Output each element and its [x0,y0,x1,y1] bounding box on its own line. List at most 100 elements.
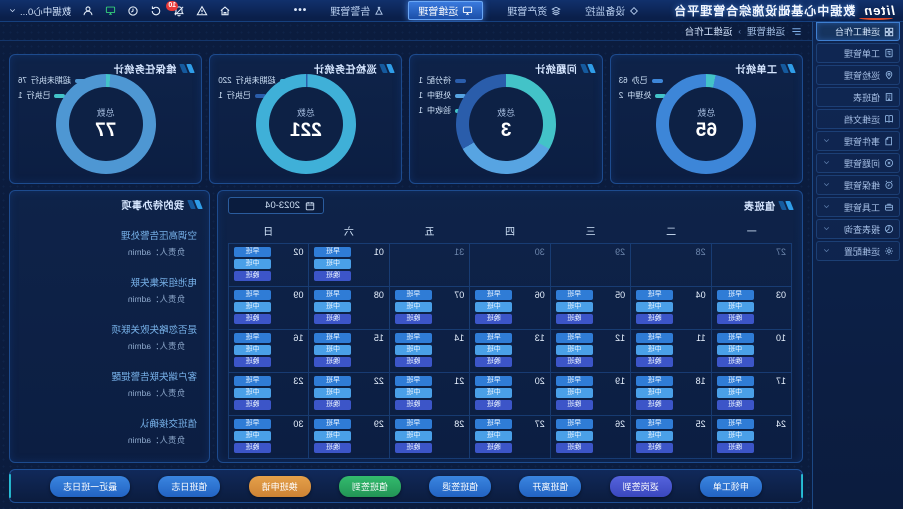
nav-tab-2[interactable]: 运维管理 [408,1,483,20]
shift-tag[interactable]: 中班 [475,431,512,441]
calendar-cell[interactable]: 04 早班中班晚班 [630,287,710,330]
shift-tag[interactable]: 早班 [475,290,512,300]
todo-item-title[interactable]: 值班交接确认 [22,416,197,430]
shift-tag[interactable]: 晚班 [717,443,754,453]
calendar-cell[interactable]: 30 早班中班晚班 [228,416,308,459]
calendar-cell[interactable]: 22 早班中班晚班 [308,373,388,416]
shift-tag[interactable]: 中班 [556,302,593,312]
sidebar-item-0[interactable]: 运维工作台 [816,22,900,41]
shift-tag[interactable]: 晚班 [556,400,593,410]
calendar-cell[interactable]: 16 早班中班晚班 [228,330,308,373]
shift-tag[interactable]: 中班 [314,345,351,355]
shift-tag[interactable]: 早班 [234,333,271,343]
calendar-cell[interactable]: 25 早班中班晚班 [630,416,710,459]
shift-tag[interactable]: 早班 [314,376,351,386]
shift-tag[interactable]: 早班 [556,290,593,300]
action-button-2[interactable]: 值班离开 [519,476,581,497]
month-picker[interactable]: 2023-04 [228,197,324,214]
shift-tag[interactable]: 中班 [636,431,673,441]
shift-tag[interactable]: 早班 [636,333,673,343]
sidebar-item-3[interactable]: 值班表 [816,87,900,107]
calendar-cell[interactable]: 05 早班中班晚班 [550,287,630,330]
shift-tag[interactable]: 中班 [636,345,673,355]
shift-tag[interactable]: 早班 [234,290,271,300]
action-button-5[interactable]: 换班申请 [249,476,311,497]
calendar-cell[interactable]: 17 早班中班晚班 [711,373,791,416]
nav-more-button[interactable]: ••• [293,5,307,16]
calendar-cell[interactable]: 30 [469,244,549,287]
calendar-cell[interactable]: 19 早班中班晚班 [550,373,630,416]
shift-tag[interactable]: 晚班 [475,443,512,453]
shift-tag[interactable]: 中班 [234,431,271,441]
site-selector[interactable]: 数据中心0... [8,4,71,18]
shift-tag[interactable]: 中班 [717,345,754,355]
shift-tag[interactable]: 晚班 [475,357,512,367]
shift-tag[interactable]: 中班 [556,345,593,355]
todo-item-title[interactable]: 客户端失联告警提醒 [22,369,197,383]
shift-tag[interactable]: 晚班 [395,314,432,324]
shift-tag[interactable]: 早班 [234,247,271,257]
calendar-cell[interactable]: 21 早班中班晚班 [389,373,469,416]
shift-tag[interactable]: 早班 [234,376,271,386]
shift-tag[interactable]: 晚班 [395,400,432,410]
calendar-cell[interactable]: 06 早班中班晚班 [469,287,549,330]
shift-tag[interactable]: 中班 [475,388,512,398]
shift-tag[interactable]: 中班 [636,388,673,398]
calendar-cell[interactable]: 24 早班中班晚班 [711,416,791,459]
calendar-cell[interactable]: 12 早班中班晚班 [550,330,630,373]
calendar-cell[interactable]: 28 [630,244,710,287]
shift-tag[interactable]: 晚班 [717,357,754,367]
calendar-cell[interactable]: 28 早班中班晚班 [389,416,469,459]
calendar-cell[interactable]: 11 早班中班晚班 [630,330,710,373]
shift-tag[interactable]: 中班 [314,259,351,269]
shift-tag[interactable]: 中班 [234,259,271,269]
shift-tag[interactable]: 中班 [395,345,432,355]
calendar-cell[interactable]: 08 早班中班晚班 [308,287,388,330]
shift-tag[interactable]: 中班 [395,302,432,312]
shift-tag[interactable]: 早班 [395,333,432,343]
action-button-4[interactable]: 值班签到 [339,476,401,497]
shift-tag[interactable]: 晚班 [717,314,754,324]
shift-tag[interactable]: 早班 [636,376,673,386]
shift-tag[interactable]: 早班 [395,290,432,300]
shift-tag[interactable]: 早班 [717,419,754,429]
calendar-cell[interactable]: 10 早班中班晚班 [711,330,791,373]
shift-tag[interactable]: 晚班 [395,357,432,367]
shift-tag[interactable]: 晚班 [314,314,351,324]
nav-tab-1[interactable]: 资产管理 [507,3,561,18]
shift-tag[interactable]: 中班 [395,388,432,398]
shift-tag[interactable]: 晚班 [636,443,673,453]
shift-tag[interactable]: 早班 [717,333,754,343]
shift-tag[interactable]: 中班 [475,345,512,355]
calendar-cell[interactable]: 29 [550,244,630,287]
sidebar-item-2[interactable]: 巡检管理 [816,65,900,85]
nav-tab-3[interactable]: 告警管理 [330,3,384,18]
calendar-cell[interactable]: 23 早班中班晚班 [228,373,308,416]
shift-tag[interactable]: 中班 [314,431,351,441]
shift-tag[interactable]: 早班 [475,333,512,343]
action-button-0[interactable]: 申领工单 [700,476,762,497]
calendar-cell[interactable]: 20 早班中班晚班 [469,373,549,416]
user-icon-button[interactable] [82,5,94,17]
shift-tag[interactable]: 早班 [636,290,673,300]
sidebar-item-6[interactable]: 问题管理 [816,153,900,173]
sidebar-item-9[interactable]: 报表查询 [816,219,900,239]
todo-item-title[interactable]: 是否忽略失败关联项 [22,322,197,336]
todo-item-title[interactable]: 空调高压告警处理 [22,228,197,242]
action-button-6[interactable]: 值班日志 [158,476,220,497]
shift-tag[interactable]: 晚班 [556,443,593,453]
calendar-cell[interactable]: 26 早班中班晚班 [550,416,630,459]
shift-tag[interactable]: 早班 [314,247,351,257]
shift-tag[interactable]: 中班 [556,388,593,398]
calendar-cell[interactable]: 02 早班中班晚班 [228,244,308,287]
shift-tag[interactable]: 晚班 [314,271,351,281]
shift-tag[interactable]: 晚班 [475,400,512,410]
calendar-cell[interactable]: 31 [389,244,469,287]
calendar-cell[interactable]: 14 早班中班晚班 [389,330,469,373]
calendar-cell[interactable]: 27 早班中班晚班 [469,416,549,459]
sidebar-item-4[interactable]: 运维文档 [816,109,900,129]
monitor-icon-button[interactable] [105,5,116,16]
shift-tag[interactable]: 早班 [475,419,512,429]
bell-icon-button[interactable]: 10 [173,5,185,17]
shift-tag[interactable]: 中班 [234,302,271,312]
